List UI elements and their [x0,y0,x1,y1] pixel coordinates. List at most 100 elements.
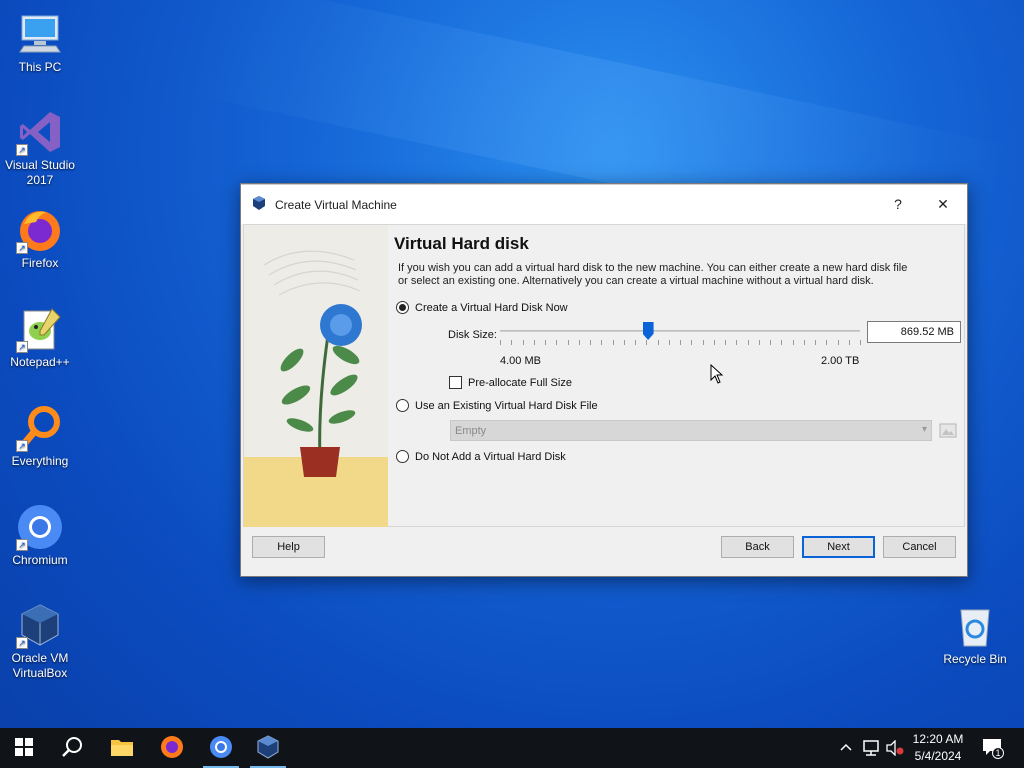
create-vm-dialog: Create Virtual Machine ? ✕ Virtual Hard … [240,183,968,577]
slider-max-label: 2.00 TB [821,355,860,367]
radio-create-new-disk[interactable]: Create a Virtual Hard Disk Now [396,301,568,314]
desktop-icon-chromium[interactable]: ↗ Chromium [0,503,80,568]
taskbar-virtualbox[interactable] [244,728,292,768]
radio-label: Create a Virtual Hard Disk Now [415,301,568,314]
cancel-button[interactable]: Cancel [883,536,956,558]
desktop-icon-label: This PC [18,60,62,74]
slider-tick [668,340,670,345]
chevron-up-icon[interactable] [839,740,853,757]
slider-tick [702,340,704,345]
slider-tick [612,340,614,345]
dialog-title: Create Virtual Machine [275,197,397,212]
slider-tick [725,340,726,345]
shortcut-arrow-icon: ↗ [16,341,28,353]
radio-dot [396,399,409,412]
desktop-icon-virtualbox[interactable]: ↗ Oracle VM VirtualBox [0,601,80,681]
slider-tick [601,340,603,345]
shortcut-arrow-icon: ↗ [16,242,28,254]
clock-time[interactable]: 12:20 AM [903,732,973,746]
wizard-page: Virtual Hard disk If you wish you can ad… [243,224,965,527]
slider-tick [522,340,524,345]
slider-tick [578,340,580,345]
help-icon[interactable]: ? [883,192,913,216]
checkbox-label: Pre-allocate Full Size [468,376,572,389]
shortcut-arrow-icon: ↗ [16,144,28,156]
desktop-icon-label: Notepad++ [10,355,70,369]
slider-tick [770,340,771,345]
desktop-icon-label: Oracle VM VirtualBox [11,651,69,680]
network-icon[interactable] [862,740,880,759]
slider-tick [837,340,839,345]
preallocate-checkbox[interactable]: Pre-allocate Full Size [449,376,572,389]
firefox-icon [160,735,184,762]
slider-tick [533,340,535,345]
wizard-illustration [244,225,388,527]
desktop-icon-label: Recycle Bin [943,652,1007,666]
virtualbox-icon [251,195,267,214]
slider-tick [556,340,558,345]
radio-no-disk[interactable]: Do Not Add a Virtual Hard Disk [396,450,566,463]
slider-tick [511,340,513,345]
desktop-icon-label: Visual Studio 2017 [5,158,75,187]
file-explorer-icon [110,737,134,760]
radio-label: Use an Existing Virtual Hard Disk File [415,399,598,412]
radio-label: Do Not Add a Virtual Hard Disk [415,450,566,463]
desktop-icon-recycle-bin[interactable]: Recycle Bin [935,602,1015,667]
next-button[interactable]: Next [802,536,875,558]
desktop-icon-label: Everything [11,454,69,468]
desktop-icon-this-pc[interactable]: This PC [0,10,80,75]
close-icon[interactable]: ✕ [928,192,958,216]
desktop-icon-everything[interactable]: ↗ Everything [0,404,80,469]
slider-thumb[interactable] [642,322,654,340]
slider-tick [792,340,794,345]
dialog-footer: Help Back Next Cancel [241,527,967,576]
chromium-icon [209,735,233,762]
taskbar-search-button[interactable] [48,728,96,768]
page-description: If you wish you can add a virtual hard d… [398,262,908,287]
slider-min-label: 4.00 MB [500,355,541,367]
taskbar-chromium[interactable] [197,728,245,768]
shortcut-arrow-icon: ↗ [16,539,28,551]
checkbox-box [449,376,462,389]
clock-date[interactable]: 5/4/2024 [903,749,973,763]
slider-tick [781,340,783,345]
existing-disk-select[interactable]: Empty ▾ [450,420,932,441]
disk-size-slider[interactable] [500,330,860,332]
help-button[interactable]: Help [252,536,325,558]
dialog-titlebar[interactable]: Create Virtual Machine ? ✕ [241,184,967,224]
slider-tick [747,340,749,345]
search-icon [61,736,83,761]
existing-disk-value: Empty [455,425,487,437]
start-button[interactable] [0,728,48,768]
chevron-down-icon: ▾ [921,424,927,435]
taskbar-file-explorer[interactable] [98,728,146,768]
choose-disk-folder-icon[interactable] [939,421,957,439]
page-title: Virtual Hard disk [394,234,529,253]
desktop-icon-notepadpp[interactable]: ↗ Notepad++ [0,305,80,370]
firefox-icon: ↗ [16,206,64,254]
radio-use-existing-disk[interactable]: Use an Existing Virtual Hard Disk File [396,399,598,412]
back-button[interactable]: Back [721,536,794,558]
desktop-icon-firefox[interactable]: ↗ Firefox [0,206,80,271]
volume-muted-icon[interactable] [886,739,904,759]
slider-tick [815,340,816,345]
slider-tick [860,340,861,345]
disk-size-input[interactable]: 869.52 MB [867,321,961,343]
radio-dot [396,450,409,463]
disk-size-label: Disk Size: [448,329,497,341]
visual-studio-icon: ↗ [16,108,64,156]
slider-tick [680,340,681,345]
everything-icon: ↗ [16,404,64,452]
notification-center-button[interactable]: 1 [982,738,1006,760]
taskbar: 12:20 AM 5/4/2024 1 [0,728,1024,768]
notification-count-badge: 1 [992,747,1004,759]
slider-tick [713,340,715,345]
slider-tick [848,340,850,345]
desktop-icon-visual-studio[interactable]: ↗ Visual Studio 2017 [0,108,80,188]
slider-tick [758,340,760,345]
chromium-icon: ↗ [16,503,64,551]
taskbar-firefox[interactable] [148,728,196,768]
recycle-bin-icon [951,602,999,650]
start-icon [15,737,33,759]
computer-icon [16,10,64,58]
